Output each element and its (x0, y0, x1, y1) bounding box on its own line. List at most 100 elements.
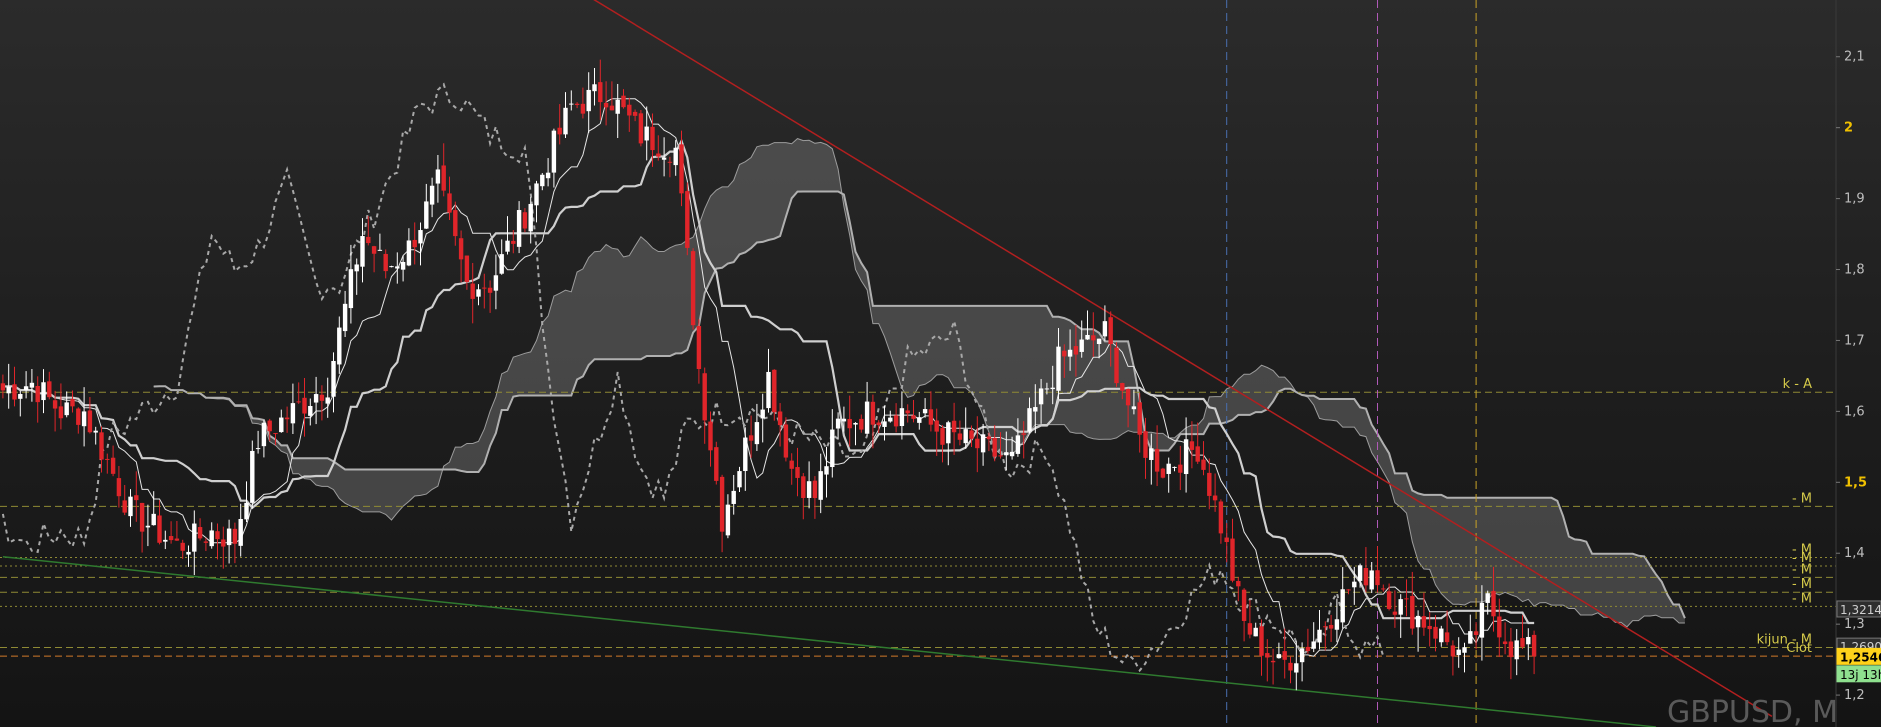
candle-body (679, 144, 684, 194)
candle-body (1085, 334, 1090, 340)
price-tag-label: 1,3214 (1840, 603, 1881, 617)
candle (116, 466, 122, 508)
candle (441, 143, 446, 197)
candle-body (1131, 406, 1137, 410)
candle-body (1247, 623, 1253, 635)
candle-body (302, 397, 307, 414)
y-tick-label-4: 1,7 (1844, 333, 1865, 348)
candle-body (870, 401, 876, 425)
candle (1514, 629, 1519, 676)
candle-body (1230, 538, 1235, 581)
candle (609, 81, 615, 111)
candle (122, 485, 127, 516)
candle-body (1369, 570, 1374, 590)
candle-body (267, 420, 272, 432)
candle-body (1444, 632, 1450, 643)
candle-body (1056, 346, 1061, 391)
candle-body (1421, 616, 1427, 628)
candle-body (429, 185, 435, 205)
candle-body (1183, 439, 1189, 475)
candle (824, 446, 829, 498)
candle (957, 420, 963, 446)
candle (180, 539, 185, 559)
candle-body (1526, 636, 1531, 645)
candle (418, 222, 423, 266)
candle-body (980, 434, 986, 453)
y-tick-label-7: 1,4 (1844, 546, 1865, 561)
candle-body (1502, 641, 1508, 645)
candle-body (824, 466, 829, 475)
candle (864, 381, 870, 435)
candle-body (685, 191, 690, 248)
candle-body (261, 422, 267, 447)
candle (598, 59, 603, 120)
candle (690, 248, 696, 330)
candle-body (139, 502, 145, 532)
candle (337, 316, 342, 374)
candle (725, 494, 731, 539)
candle-body (1311, 641, 1316, 649)
candle (366, 216, 371, 246)
gbpusd-monthly-chart[interactable]: k - A- M- M- M- M- M- Mkijun - MClot 2,1… (0, 0, 1881, 727)
candle-body (203, 541, 209, 543)
candle (1207, 458, 1212, 510)
candle (702, 367, 707, 444)
candle (1381, 584, 1386, 592)
price-tag-2: 1,2546 (1836, 647, 1881, 665)
candle (917, 411, 922, 430)
candle (1230, 518, 1235, 583)
candle (1328, 614, 1334, 642)
y-tick-label-8: 1,3 (1844, 617, 1865, 632)
y-tick-label-2: 1,9 (1844, 192, 1865, 207)
candle (464, 255, 470, 290)
y-tick-label-6: 1,5 (1844, 475, 1867, 490)
candle (105, 453, 110, 474)
candle-body (186, 551, 191, 555)
candle (540, 173, 545, 191)
candle-body (1067, 349, 1073, 357)
candle-body (371, 246, 377, 254)
candle (203, 537, 209, 552)
level-label-8: Clot (1786, 641, 1812, 656)
candle-body (12, 384, 17, 400)
symbol-watermark: GBPUSD, M (1667, 695, 1838, 727)
candle-body (1212, 495, 1218, 501)
candle-body (215, 531, 220, 540)
price-tag-0: 1,3214 (1836, 600, 1881, 618)
candle-body (342, 303, 348, 332)
candle-body (499, 254, 504, 274)
candle-body (232, 528, 238, 544)
candle (482, 273, 487, 309)
level-label-1: - M (1792, 491, 1812, 506)
candle-body (221, 539, 226, 547)
candle-body (122, 500, 127, 513)
candle-body (174, 538, 180, 541)
candle (1456, 637, 1461, 668)
candle-body (1207, 472, 1212, 496)
candle-body (574, 103, 580, 106)
candle (922, 398, 928, 418)
candle (731, 474, 736, 515)
candle (760, 393, 765, 443)
candle-body (337, 327, 342, 365)
candle-body (435, 169, 441, 184)
candle-body (592, 84, 597, 92)
candle (371, 245, 377, 273)
candle (395, 252, 400, 284)
candle (1294, 641, 1299, 691)
candle-body (0, 383, 6, 391)
candle (435, 154, 441, 203)
candle-body (1021, 433, 1026, 435)
candle-body (963, 429, 968, 444)
candle-body (1120, 383, 1125, 391)
candle-body (226, 528, 232, 546)
candle (250, 440, 255, 509)
candle-body (1323, 626, 1328, 628)
candle (76, 407, 81, 434)
candle-body (1038, 388, 1044, 405)
candle-body (743, 437, 748, 471)
candle (493, 254, 499, 310)
candle-body (1491, 590, 1496, 617)
candle-body (830, 429, 835, 468)
candle-body (244, 502, 249, 520)
